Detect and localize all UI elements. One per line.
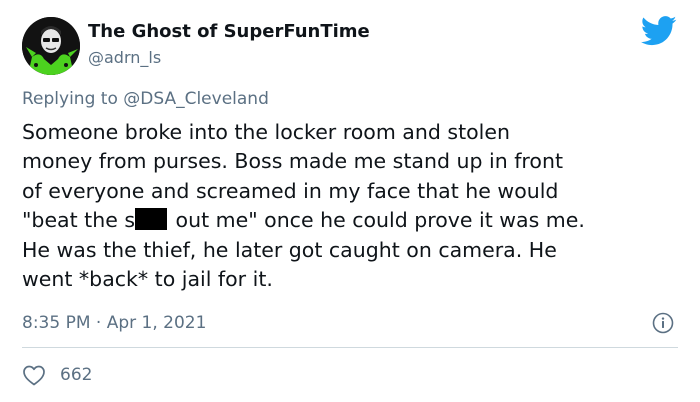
tweet-line: He was the thief, he later got caught on…: [22, 237, 557, 262]
tweet-text-segment: out me" once he could prove it was me.: [169, 208, 585, 233]
user-handle[interactable]: @adrn_ls: [88, 48, 161, 68]
tweet-line: Someone broke into the locker room and s…: [22, 120, 510, 144]
avatar[interactable]: [22, 17, 80, 75]
tweet-text-segment: "beat the s: [22, 208, 136, 233]
tweet-timestamp[interactable]: 8:35 PM · Apr 1, 2021: [22, 312, 206, 334]
display-name[interactable]: The Ghost of SuperFunTime: [88, 21, 370, 43]
like-count[interactable]: 662: [60, 364, 92, 386]
tweet-line: money from purses. Boss made me stand up…: [22, 149, 563, 174]
tweet-line: went *back* to jail for it.: [22, 267, 273, 292]
heart-icon[interactable]: [22, 364, 46, 386]
tweet-body: Someone broke into the locker room and s…: [22, 118, 687, 294]
replying-to-line: Replying to @DSA_Cleveland: [22, 88, 269, 110]
replying-to-label: Replying to: [22, 89, 124, 109]
info-icon[interactable]: [652, 312, 674, 334]
tweet-line-censored: "beat the s out me" once he could prove …: [22, 206, 687, 235]
avatar-image: [22, 17, 80, 75]
divider: [22, 347, 678, 348]
twitter-bird-icon[interactable]: [641, 16, 677, 46]
replying-to-mention[interactable]: @DSA_Cleveland: [123, 89, 269, 109]
censor-block: [135, 208, 168, 231]
tweet-line: of everyone and screamed in my face that…: [22, 178, 559, 203]
